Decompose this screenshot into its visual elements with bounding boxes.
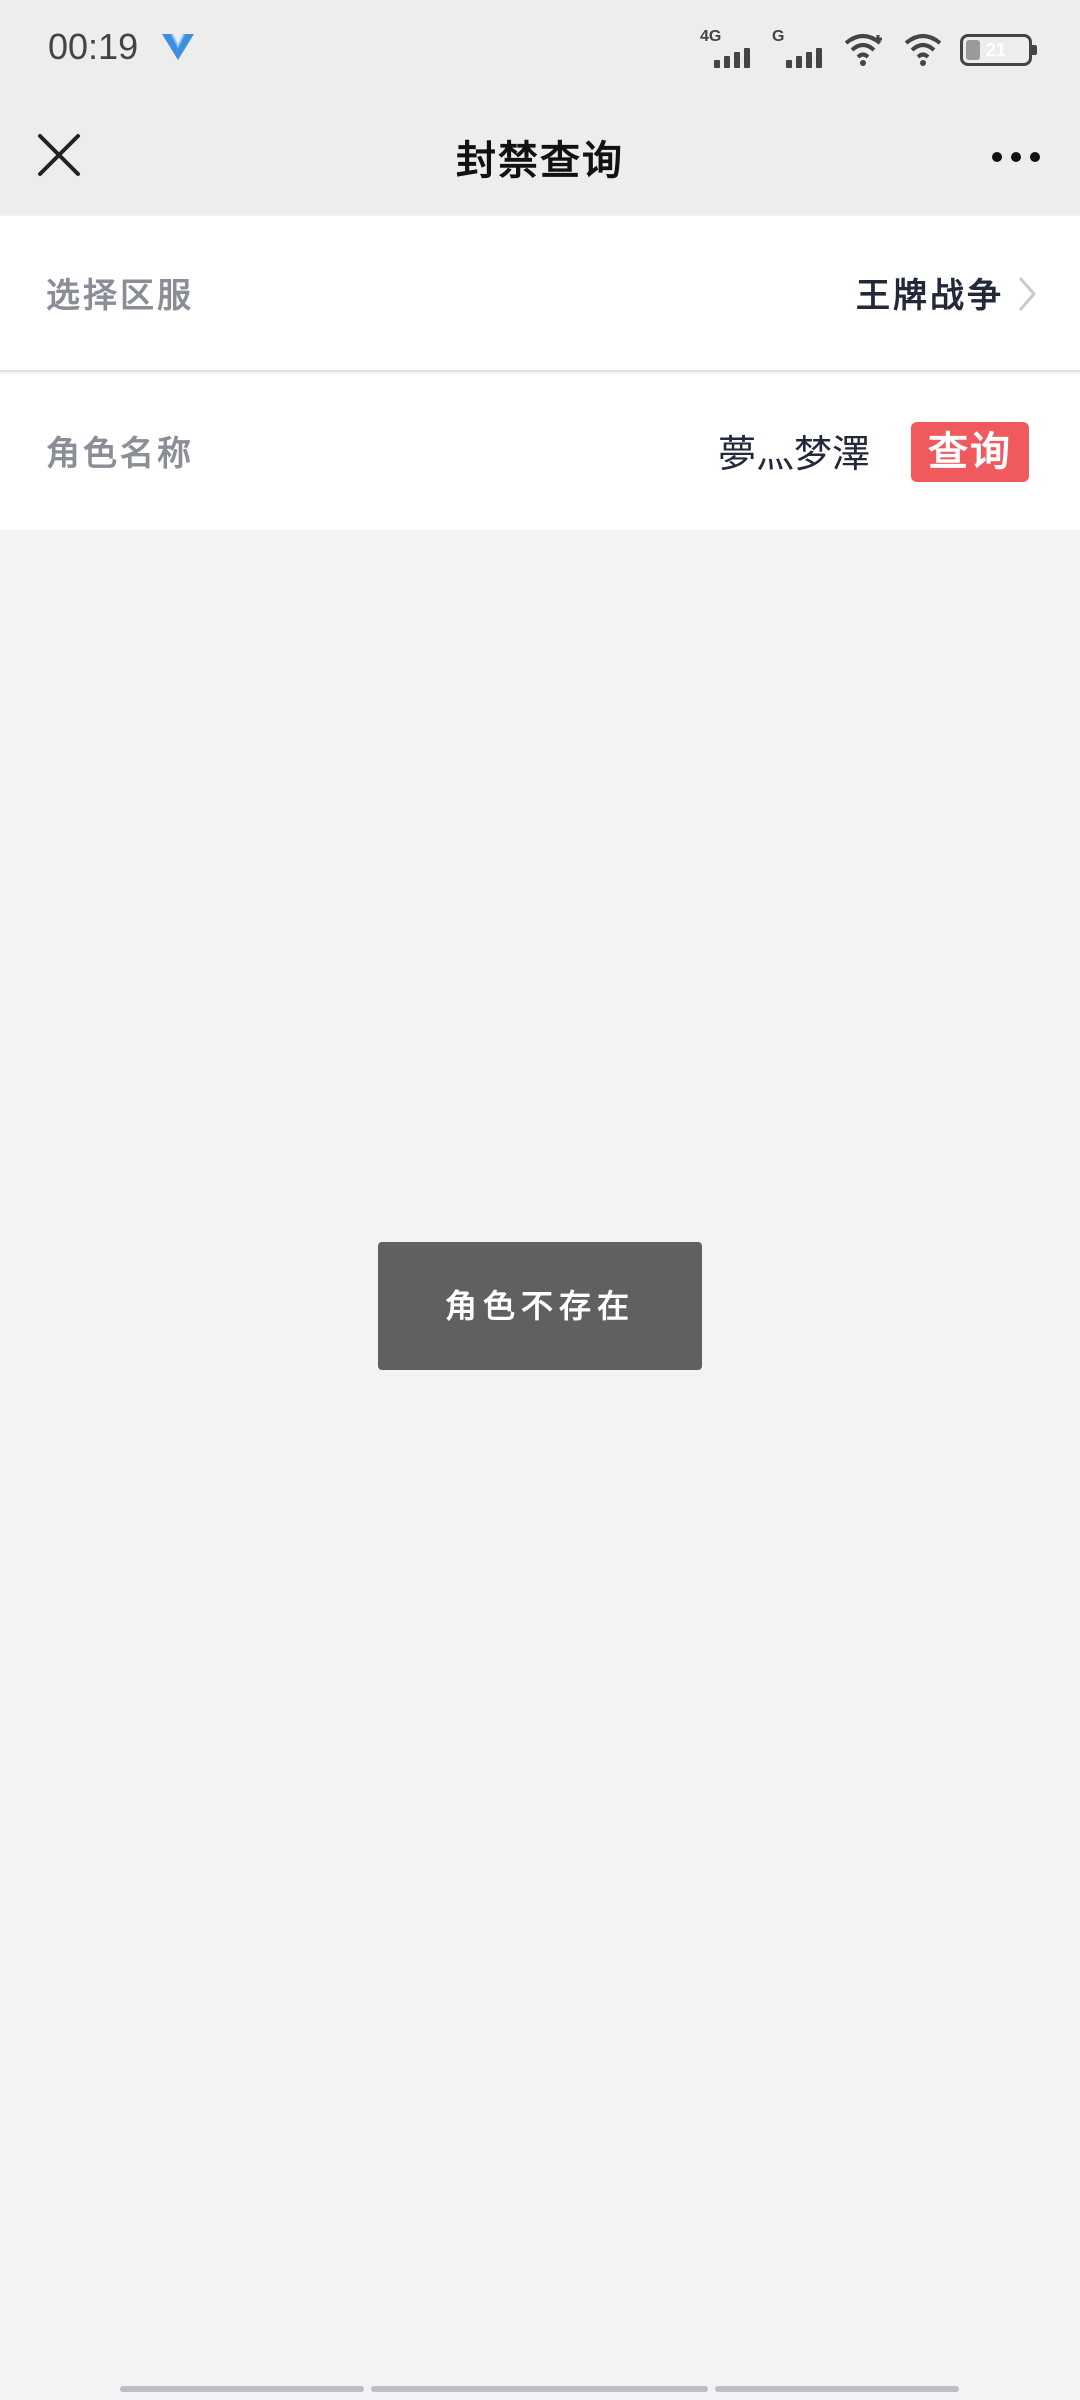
more-dot-icon (1011, 152, 1021, 162)
status-icons: 4G G 21 (700, 28, 1037, 72)
query-button[interactable]: 查询 (911, 422, 1029, 482)
server-value: 王牌战争 (856, 276, 1004, 316)
app-notification-icon (160, 32, 196, 62)
cellular-signal-icon-2: G (772, 28, 826, 70)
role-name-row: 角色名称 查询 (0, 374, 1080, 530)
wifi-plus-icon (844, 33, 886, 67)
status-time: 00:19 (48, 26, 139, 67)
gesture-bar (371, 2386, 708, 2392)
role-name-label: 角色名称 (46, 434, 194, 474)
toast-message: 角色不存在 (378, 1242, 702, 1370)
gesture-bar (120, 2386, 364, 2392)
nav-bar: 封禁查询 (0, 100, 1080, 214)
gesture-bar (715, 2386, 959, 2392)
battery-icon: 21 (960, 34, 1037, 66)
battery-level: 21 (985, 40, 1007, 60)
server-label: 选择区服 (46, 276, 194, 316)
chevron-right-icon (1016, 274, 1040, 314)
more-dot-icon (992, 152, 1002, 162)
cellular-signal-icon: 4G (700, 28, 754, 70)
page-title: 封禁查询 (456, 138, 624, 184)
page: 00:19 4G G 21 封禁查询 选择区服 王牌战争 角色名称 夢灬梦澤 查… (0, 0, 1080, 2400)
network-type-label: 4G (700, 28, 722, 45)
server-select-row[interactable]: 选择区服 王牌战争 (0, 216, 1080, 372)
role-name-input[interactable] (610, 422, 870, 478)
wifi-icon (904, 33, 942, 67)
status-bar: 00:19 4G G 21 (0, 0, 1080, 100)
more-button[interactable] (976, 122, 1056, 192)
network-type-label-2: G (772, 28, 785, 45)
more-dot-icon (1030, 152, 1040, 162)
